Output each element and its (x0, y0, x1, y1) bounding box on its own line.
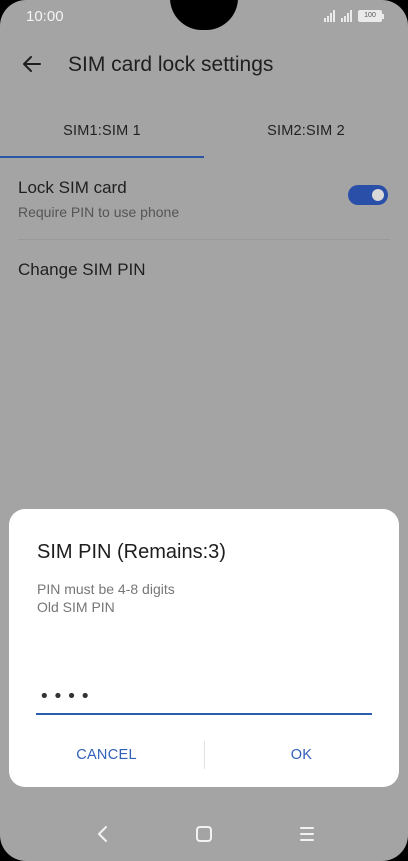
dialog-message-rule: PIN must be 4-8 digits (37, 581, 175, 597)
dialog-title: SIM PIN (Remains:3) (37, 541, 226, 563)
nav-back-icon[interactable] (90, 821, 116, 847)
signal-icon (341, 10, 352, 22)
sim-tabs: SIM1:SIM 1 SIM2:SIM 2 (0, 104, 408, 158)
arrow-left-icon[interactable] (20, 52, 44, 76)
change-sim-pin-setting[interactable]: Change SIM PIN (0, 248, 408, 292)
battery-level: 100 (364, 12, 376, 19)
signal-icon (324, 10, 335, 22)
toggle-knob (372, 189, 384, 201)
tab-sim2[interactable]: SIM2:SIM 2 (204, 104, 408, 158)
battery-icon: 100 (358, 10, 384, 22)
status-bar: 10:00 100 (0, 0, 408, 34)
lock-sim-setting[interactable]: Lock SIM card Require PIN to use phone (0, 166, 408, 238)
sim-pin-dialog: SIM PIN (Remains:3) PIN must be 4-8 digi… (9, 509, 399, 787)
status-icons: 100 (324, 10, 384, 22)
ok-button[interactable]: OK (204, 735, 399, 775)
nav-home-icon[interactable] (191, 821, 217, 847)
divider (18, 239, 390, 240)
app-bar: SIM card lock settings (0, 34, 408, 96)
camera-notch (170, 0, 238, 30)
pin-input[interactable] (36, 679, 372, 715)
page-title: SIM card lock settings (68, 53, 274, 76)
change-sim-pin-title: Change SIM PIN (18, 260, 146, 279)
cancel-button[interactable]: CANCEL (9, 735, 204, 775)
lock-sim-title: Lock SIM card (18, 178, 127, 197)
tab-sim1[interactable]: SIM1:SIM 1 (0, 104, 204, 158)
status-time: 10:00 (26, 8, 64, 25)
tab-indicator (0, 156, 204, 158)
phone-screen: 10:00 100 SIM card lock settings SIM1:SI… (0, 0, 408, 861)
navigation-bar (0, 807, 408, 861)
lock-sim-toggle[interactable] (348, 185, 388, 205)
dialog-message-prompt: Old SIM PIN (37, 599, 115, 615)
nav-menu-icon[interactable] (294, 821, 320, 847)
lock-sim-subtitle: Require PIN to use phone (18, 204, 180, 220)
